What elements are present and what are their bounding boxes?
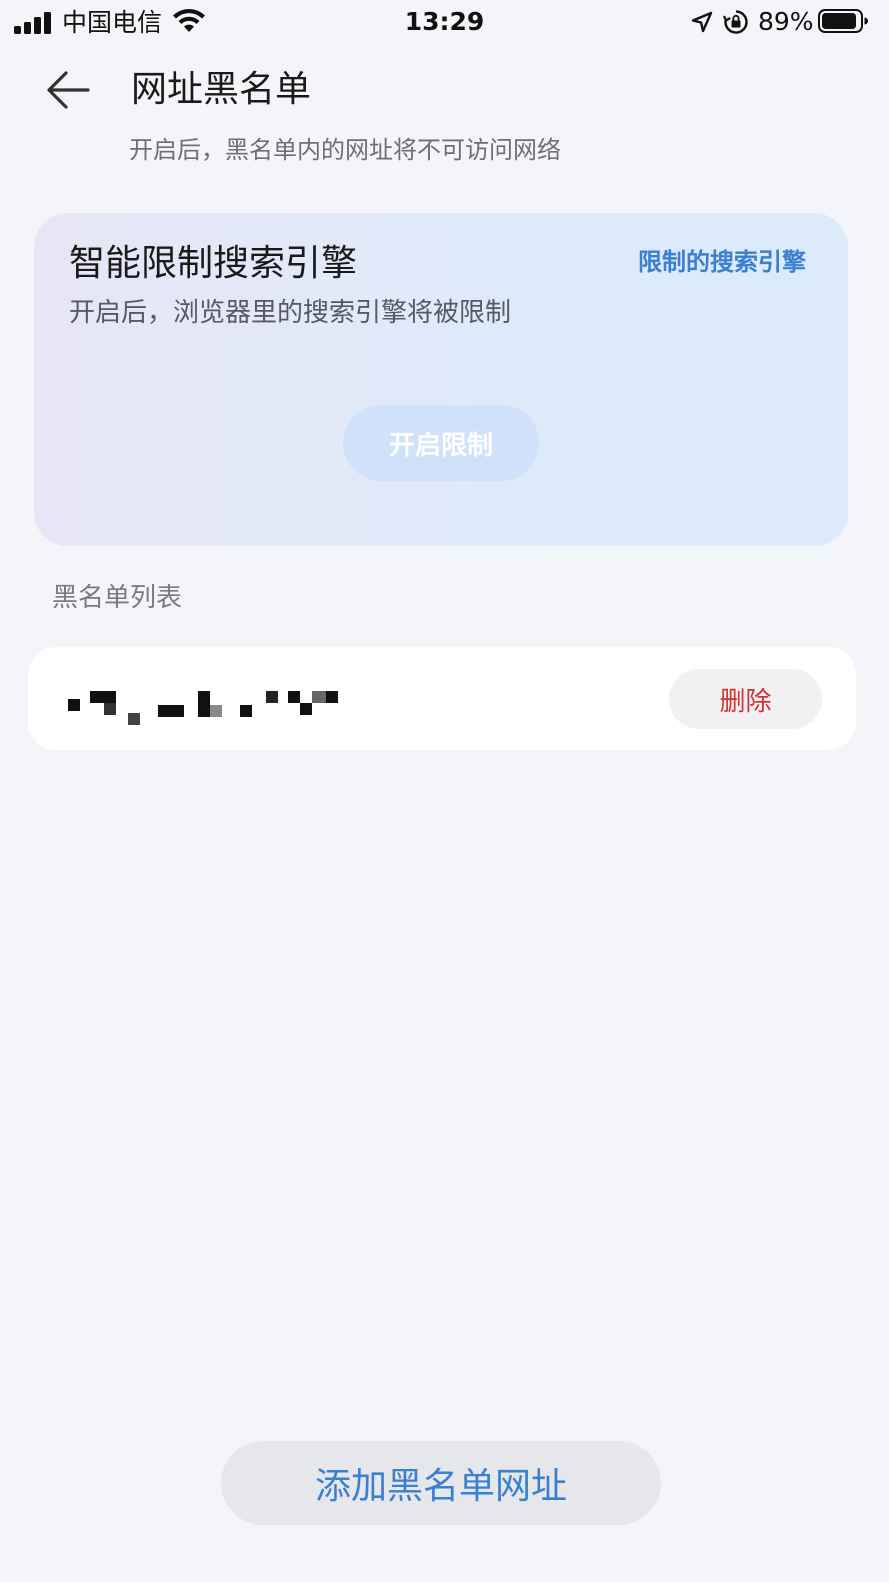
- enable-restriction-button[interactable]: 开启限制: [343, 405, 539, 481]
- page-subtitle: 开启后，黑名单内的网址将不可访问网络: [129, 136, 561, 164]
- section-label: 黑名单列表: [52, 583, 183, 613]
- delete-button[interactable]: 删除: [669, 669, 822, 729]
- battery-icon: [818, 9, 868, 33]
- card-title: 智能限制搜索引擎: [69, 243, 358, 284]
- card-description: 开启后，浏览器里的搜索引擎将被限制: [69, 298, 512, 328]
- pixelated-url: [68, 691, 348, 725]
- battery-percent: 89%: [758, 7, 814, 36]
- clock: 13:29: [404, 7, 485, 36]
- status-bar: 中国电信 13:29 89%: [0, 0, 889, 46]
- location-icon: [691, 11, 713, 33]
- add-blacklist-url-button[interactable]: 添加黑名单网址: [221, 1441, 661, 1525]
- orientation-lock-icon: [723, 10, 748, 34]
- back-arrow-icon[interactable]: [44, 68, 92, 112]
- page-title: 网址黑名单: [131, 69, 312, 110]
- smart-restrict-card: 智能限制搜索引擎 限制的搜索引擎 开启后，浏览器里的搜索引擎将被限制 开启限制: [34, 213, 848, 546]
- restricted-engines-link[interactable]: 限制的搜索引擎: [638, 245, 806, 279]
- list-item: 删除: [28, 647, 856, 750]
